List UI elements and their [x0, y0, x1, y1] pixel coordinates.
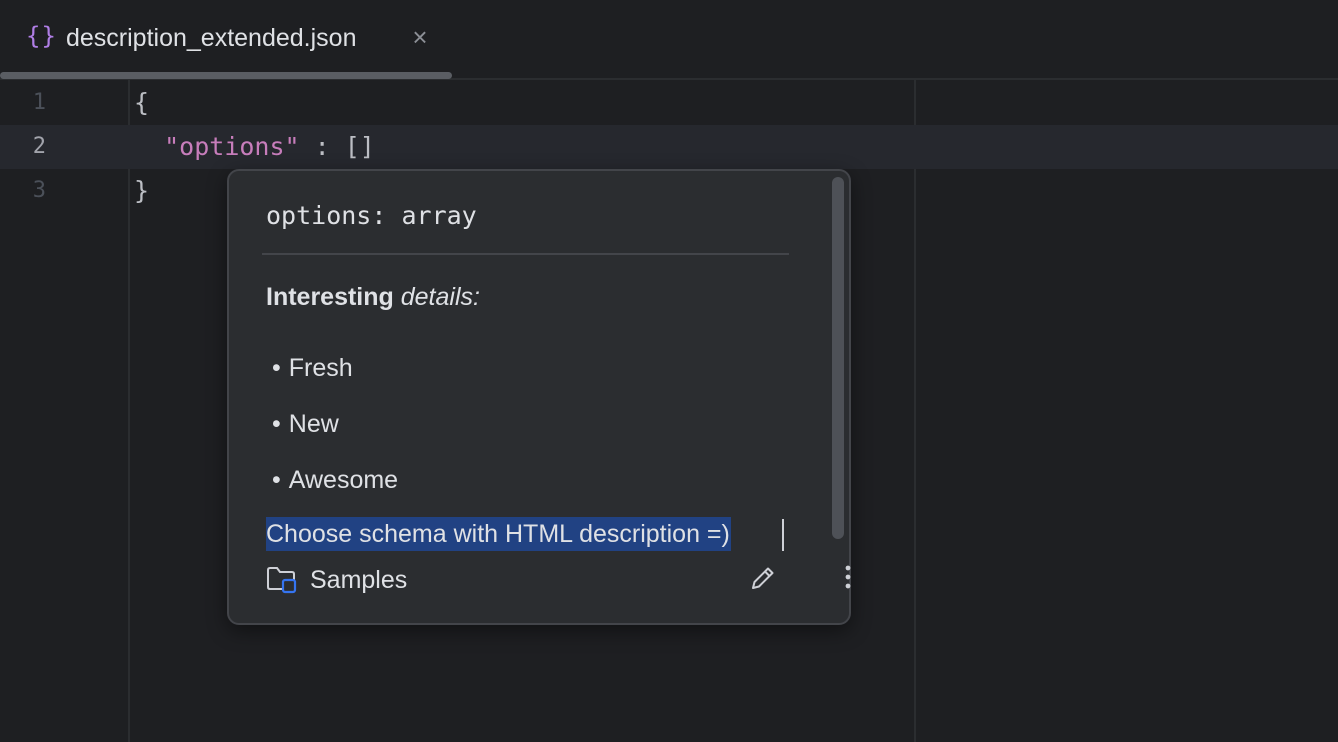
list-item-text: Awesome	[288, 466, 399, 494]
tab-filename: description_extended.json	[66, 24, 357, 52]
tab-description-extended-json[interactable]: {} description_extended.json ×	[0, 0, 452, 78]
selected-description-text[interactable]: Choose schema with HTML description =)	[266, 517, 731, 551]
folder-icon	[267, 567, 297, 594]
pencil-icon[interactable]	[748, 563, 778, 593]
bullet-icon: •	[272, 354, 281, 382]
list-item: • Fresh	[272, 354, 353, 383]
doc-detail-italic: details:	[400, 283, 480, 311]
line-number: 3	[32, 178, 46, 203]
code-text: {	[134, 88, 150, 117]
more-vertical-icon[interactable]	[838, 563, 858, 593]
code-text: "options" : []	[134, 132, 375, 161]
bullet-icon: •	[272, 466, 281, 494]
doc-source-row: Samples	[266, 563, 851, 597]
tab-scrollbar[interactable]	[0, 72, 452, 79]
popup-scrollbar[interactable]	[832, 177, 844, 539]
editor-tab-bar: {} description_extended.json ×	[0, 0, 1338, 80]
json-file-icon: {}	[26, 22, 57, 50]
json-value: : []	[299, 132, 375, 161]
json-key: "options"	[164, 132, 300, 161]
doc-source-label[interactable]: Samples	[310, 566, 407, 595]
doc-signature: options: array	[266, 201, 477, 230]
text-caret	[782, 519, 784, 551]
editor-line-1: 1 {	[0, 81, 1338, 125]
line-number: 1	[32, 90, 46, 115]
doc-separator	[262, 253, 789, 255]
bullet-icon: •	[272, 410, 281, 438]
doc-detail-bold: Interesting	[266, 283, 394, 311]
list-item-text: Fresh	[288, 354, 353, 382]
line-number: 2	[32, 134, 46, 159]
editor-line-2: 2 "options" : []	[0, 125, 1338, 169]
list-item: • New	[272, 410, 339, 439]
doc-detail-heading: Interesting details:	[266, 283, 480, 312]
list-item-text: New	[288, 410, 339, 438]
list-item: • Awesome	[272, 466, 398, 495]
code-text: }	[134, 176, 150, 205]
close-icon[interactable]: ×	[407, 24, 433, 50]
documentation-popup[interactable]: options: array Interesting details: • Fre…	[227, 169, 851, 625]
